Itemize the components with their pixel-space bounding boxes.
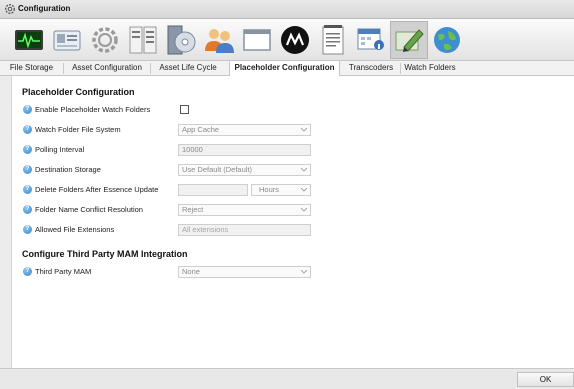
polling-value: 10000 [182, 145, 203, 154]
tab-bar: File Storage Asset Configuration Asset L… [0, 61, 574, 77]
help-icon[interactable]: ? [23, 267, 32, 276]
setting-row-mam: ? Third Party MAM None [23, 266, 563, 279]
pencil-edit-icon [395, 29, 424, 52]
delete-label: Delete Folders After Essence Update [35, 185, 159, 194]
tool-disc-drive[interactable] [162, 21, 200, 59]
section-heading-placeholder: Placeholder Configuration [22, 87, 135, 97]
gear-icon [92, 27, 118, 53]
window-icon [243, 29, 271, 51]
enable-label: Enable Placeholder Watch Folders [35, 105, 151, 114]
section-heading-mam: Configure Third Party MAM Integration [22, 249, 188, 259]
tool-calendar-user[interactable] [352, 21, 390, 59]
delete-input[interactable] [178, 184, 248, 196]
mam-value: None [182, 267, 200, 276]
destination-value: Use Default (Default) [182, 165, 253, 174]
tool-users[interactable] [200, 21, 238, 59]
help-icon[interactable]: ? [23, 165, 32, 174]
config-panel: Placeholder Configuration ? Enable Place… [11, 76, 574, 368]
delete-unit-value: Hours [259, 185, 280, 194]
watch-fs-label: Watch Folder File System [35, 125, 121, 134]
tool-brand[interactable] [276, 21, 314, 59]
chevron-down-icon [301, 128, 307, 132]
tab-placeholder-configuration[interactable]: Placeholder Configuration [229, 61, 340, 77]
tool-server-rack[interactable] [124, 21, 162, 59]
disc-drive-icon [167, 25, 196, 55]
setting-row-watch-fs: ? Watch Folder File System App Cache [23, 124, 563, 137]
users-icon [205, 29, 234, 53]
conflict-label: Folder Name Conflict Resolution [35, 205, 143, 214]
help-icon[interactable]: ? [23, 225, 32, 234]
server-rack-icon [129, 26, 157, 54]
dialog-footer: OK [0, 368, 574, 389]
setting-row-polling: ? Polling Interval 10000 [23, 144, 563, 157]
monitor-waveform-icon [15, 30, 43, 50]
setting-row-extensions: ? Allowed File Extensions All extensions [23, 224, 563, 237]
help-icon[interactable]: ? [23, 105, 32, 114]
extensions-input[interactable]: All extensions [178, 224, 311, 236]
tab-asset-configuration[interactable]: Asset Configuration [64, 61, 150, 76]
brand-logo-icon [281, 26, 309, 54]
setting-row-delete: ? Delete Folders After Essence Update Ho… [23, 184, 563, 197]
watch-fs-select[interactable]: App Cache [178, 124, 311, 136]
calendar-user-icon [357, 28, 384, 50]
polling-label: Polling Interval [35, 145, 85, 154]
setting-row-destination: ? Destination Storage Use Default (Defau… [23, 164, 563, 177]
tab-asset-life-cycle[interactable]: Asset Life Cycle [151, 61, 225, 76]
window-titlebar: Configuration [0, 0, 574, 19]
mam-select[interactable]: None [178, 266, 311, 278]
extensions-label: Allowed File Extensions [35, 225, 115, 234]
tool-monitor-waveform[interactable] [10, 21, 48, 59]
extensions-value: All extensions [182, 225, 229, 234]
id-card-icon [53, 30, 81, 51]
polling-input[interactable]: 10000 [178, 144, 311, 156]
help-icon[interactable]: ? [23, 205, 32, 214]
tool-globe[interactable] [428, 21, 466, 59]
window-title: Configuration [18, 4, 71, 13]
tab-watch-folders[interactable]: Watch Folders [401, 61, 459, 76]
tool-id-card[interactable] [48, 21, 86, 59]
chevron-down-icon [301, 270, 307, 274]
help-icon[interactable]: ? [23, 125, 32, 134]
tool-placeholder-config[interactable] [390, 21, 428, 59]
chevron-down-icon [301, 168, 307, 172]
tab-file-storage[interactable]: File Storage [0, 61, 63, 76]
tool-window[interactable] [238, 21, 276, 59]
gear-icon [5, 4, 15, 14]
tab-transcoders[interactable]: Transcoders [343, 61, 399, 76]
mam-label: Third Party MAM [35, 267, 92, 276]
tool-settings[interactable] [86, 21, 124, 59]
conflict-value: Reject [182, 205, 204, 214]
chevron-down-icon [301, 188, 307, 192]
setting-row-enable: ? Enable Placeholder Watch Folders [23, 105, 563, 117]
icon-toolbar [0, 19, 574, 61]
conflict-select[interactable]: Reject [178, 204, 311, 216]
chevron-down-icon [301, 208, 307, 212]
tool-notepad[interactable] [314, 21, 352, 59]
destination-label: Destination Storage [35, 165, 101, 174]
enable-checkbox[interactable] [180, 105, 189, 114]
setting-row-conflict: ? Folder Name Conflict Resolution Reject [23, 204, 563, 217]
help-icon[interactable]: ? [23, 145, 32, 154]
ok-button[interactable]: OK [517, 372, 574, 387]
globe-icon [434, 27, 460, 53]
notepad-icon [322, 25, 344, 55]
delete-unit-select[interactable]: Hours [251, 184, 311, 196]
help-icon[interactable]: ? [23, 185, 32, 194]
destination-select[interactable]: Use Default (Default) [178, 164, 311, 176]
watch-fs-value: App Cache [182, 125, 220, 134]
